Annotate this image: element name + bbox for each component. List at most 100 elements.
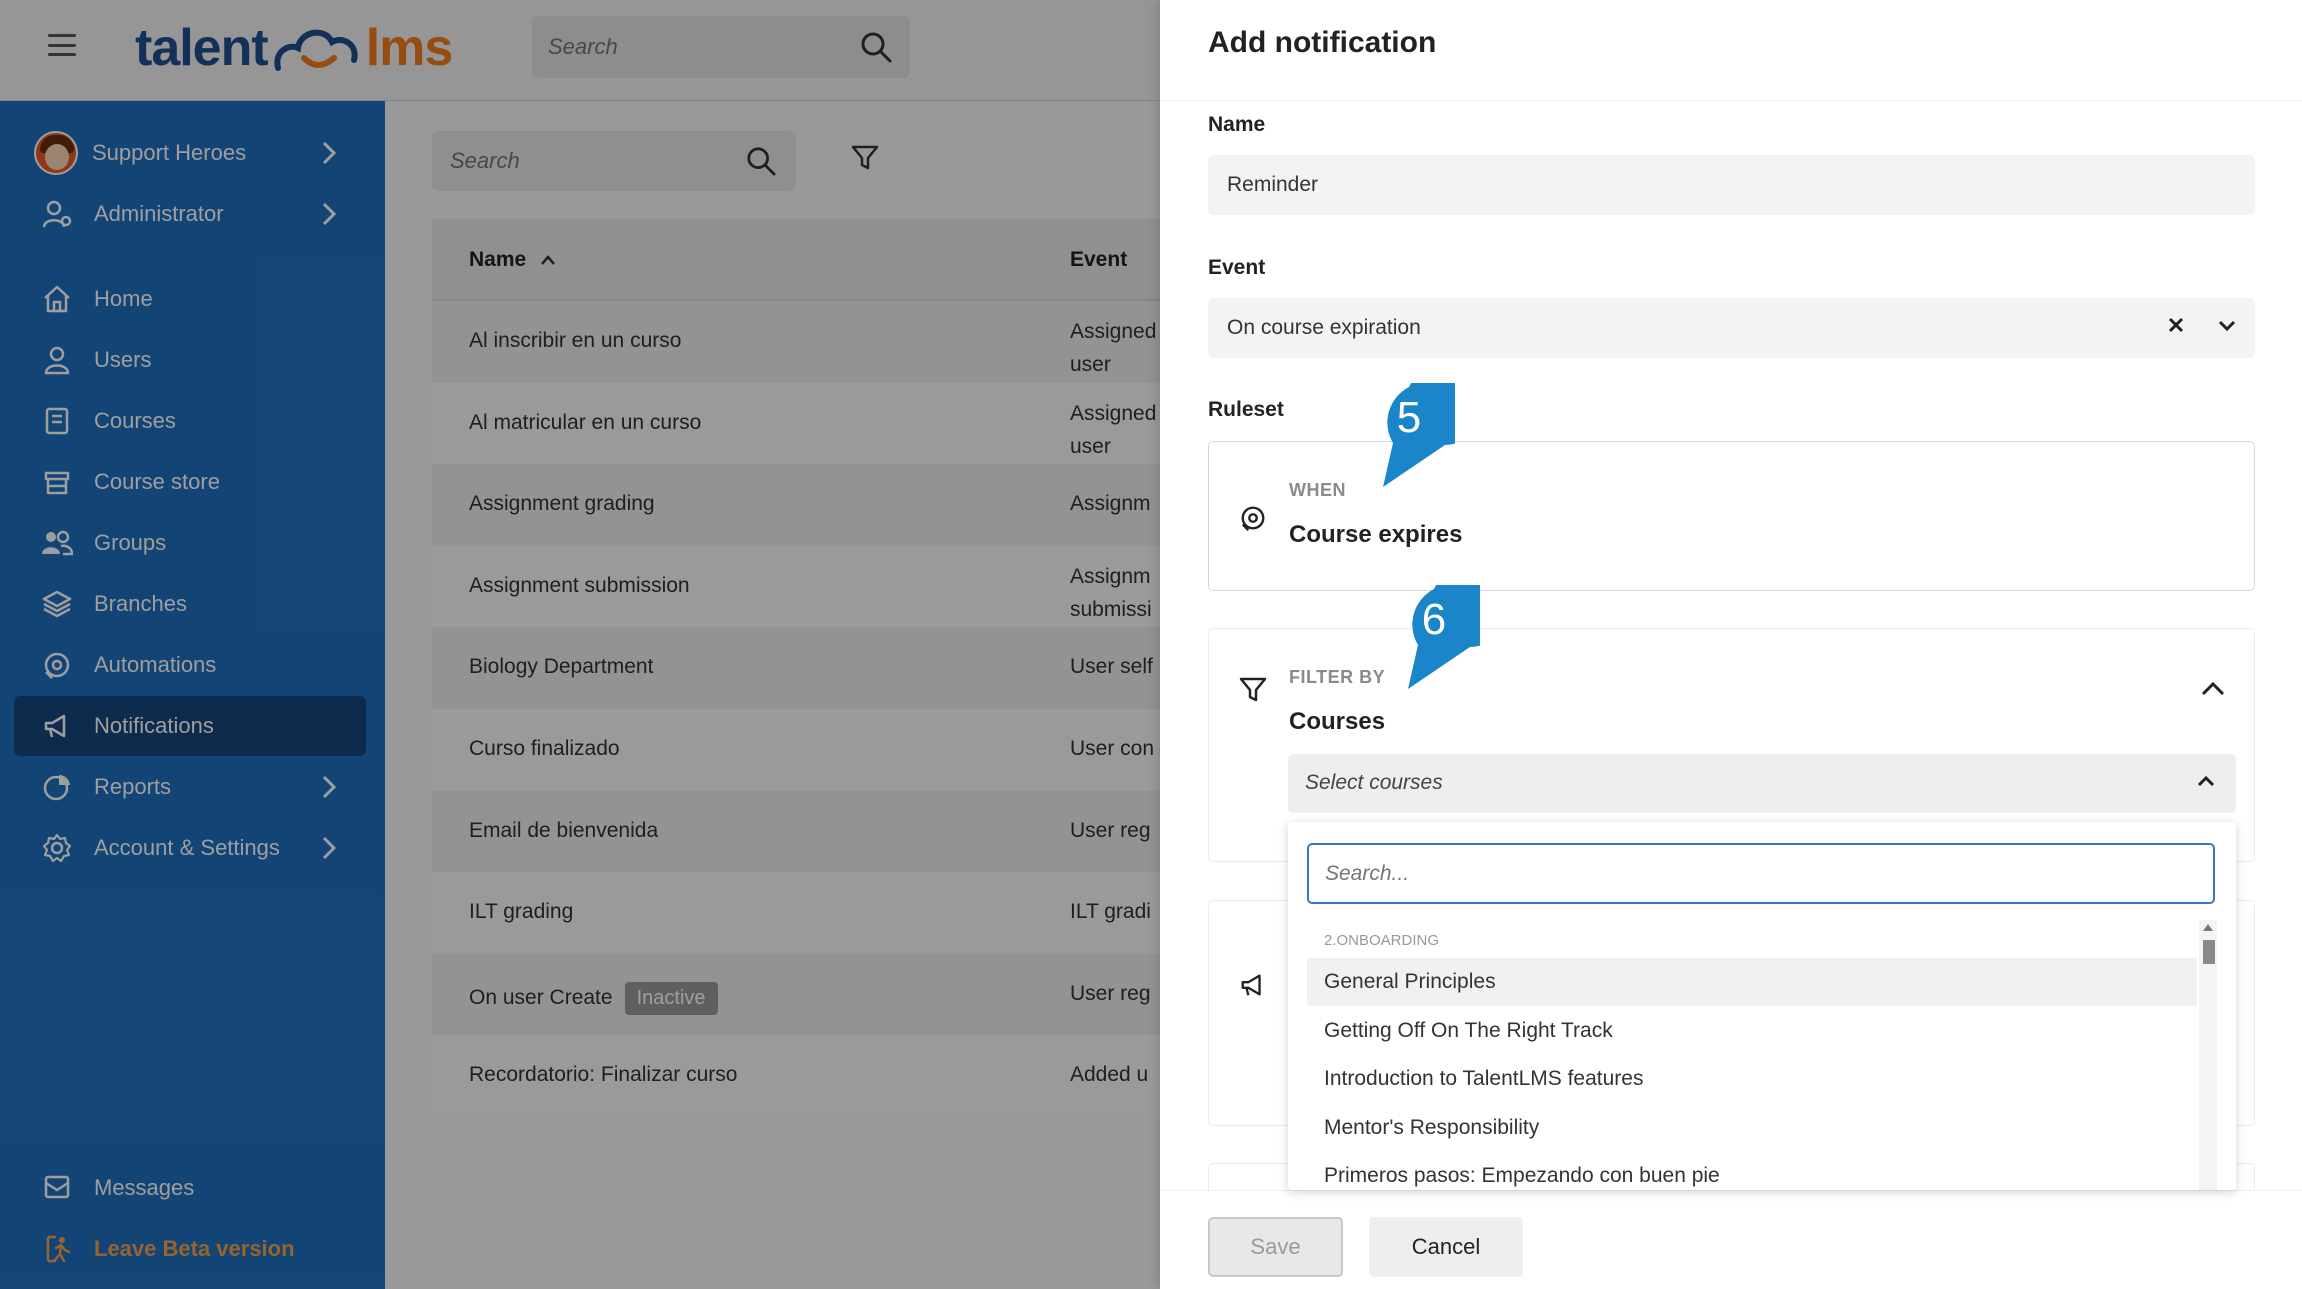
global-search-input[interactable] xyxy=(548,16,848,78)
cancel-button[interactable]: Cancel xyxy=(1369,1217,1523,1277)
cloud-logo-icon xyxy=(274,29,358,71)
dropdown-option[interactable]: Mentor's Responsibility xyxy=(1307,1104,2197,1152)
column-event-header[interactable]: Event xyxy=(1070,248,1127,272)
notification-name-cell: Al inscribir en un curso xyxy=(469,329,681,353)
event-label: Event xyxy=(1208,256,1266,279)
notification-name: Assignment submission xyxy=(469,573,690,597)
notification-name: Biology Department xyxy=(469,655,654,679)
sidebar-item-automations[interactable]: Automations xyxy=(14,635,366,695)
list-search-input[interactable] xyxy=(450,131,730,191)
table-row[interactable]: On user Create Inactive User reg xyxy=(432,953,1160,1036)
message-icon xyxy=(40,1171,74,1205)
option-label: Introduction to TalentLMS features xyxy=(1324,1067,1644,1090)
sidebar-item-label: Account & Settings xyxy=(94,835,280,860)
gear-icon xyxy=(40,831,74,865)
list-search[interactable] xyxy=(432,131,796,191)
sidebar-item-account-settings[interactable]: Account & Settings xyxy=(14,818,366,878)
table-row[interactable]: Biology Department User self xyxy=(432,627,1160,709)
notification-name-cell: Assignment submission xyxy=(469,574,690,598)
sidebar-item-label: Messages xyxy=(94,1175,195,1200)
status-badge: Inactive xyxy=(624,981,718,1015)
search-icon[interactable] xyxy=(860,31,892,63)
sidebar-item-groups[interactable]: Groups xyxy=(14,513,366,573)
dropdown-search-input[interactable] xyxy=(1307,843,2215,904)
table-row[interactable]: ILT grading ILT gradi xyxy=(432,872,1160,954)
chevron-right-icon xyxy=(322,836,336,860)
table-row[interactable]: Email de bienvenida User reg xyxy=(432,790,1160,873)
table-row[interactable]: Recordatorio: Finalizar curso Added u xyxy=(432,1035,1160,1117)
global-search[interactable] xyxy=(532,16,910,78)
dropdown-option[interactable]: Primeros pasos: Empezando con buen pie xyxy=(1307,1152,2197,1190)
ruleset-label: Ruleset xyxy=(1208,398,1284,421)
sidebar-item-reports[interactable]: Reports xyxy=(14,757,366,817)
table-row[interactable]: Curso finalizado User con xyxy=(432,708,1160,791)
notification-name: Curso finalizado xyxy=(469,736,620,760)
callout-badge-5: 5 xyxy=(1365,383,1455,487)
dropdown-option[interactable]: Getting Off On The Right Track xyxy=(1307,1007,2197,1055)
notification-name-cell: Email de bienvenida xyxy=(469,819,658,843)
hamburger-menu-icon[interactable] xyxy=(48,34,76,56)
select-courses-field[interactable]: Select courses xyxy=(1288,754,2236,813)
search-icon[interactable] xyxy=(746,146,776,176)
sidebar-branch-switcher[interactable]: Support Heroes xyxy=(14,123,366,183)
callout-badge-6: 6 xyxy=(1390,585,1480,689)
sidebar-item-branches[interactable]: Branches xyxy=(14,574,366,634)
notifications-table: Name Event Al inscribir en un curso Assig… xyxy=(432,219,1160,1117)
event-select[interactable]: On course expiration xyxy=(1208,298,2255,358)
collapse-chevron-up-icon[interactable] xyxy=(2200,681,2226,697)
event-select-value: On course expiration xyxy=(1227,316,1421,339)
notification-name: Al matricular en un curso xyxy=(469,410,702,434)
table-row[interactable]: Assignment grading Assignm xyxy=(432,464,1160,546)
chevron-right-icon xyxy=(322,141,336,165)
name-label: Name xyxy=(1208,113,1266,136)
notification-name: Recordatorio: Finalizar curso xyxy=(469,1063,738,1087)
sidebar-item-label: Courses xyxy=(94,408,176,433)
chevron-down-icon[interactable] xyxy=(2217,319,2237,333)
drawer-title: Add notification xyxy=(1208,26,1437,59)
leave-beta-button[interactable]: Leave Beta version xyxy=(14,1219,366,1279)
dropdown-scrollbar[interactable] xyxy=(2199,920,2217,1190)
notification-name: Assignment grading xyxy=(469,492,655,516)
table-row[interactable]: Al inscribir en un curso Assigned user xyxy=(432,301,1160,383)
avatar xyxy=(34,131,78,175)
save-button[interactable]: Save xyxy=(1208,1217,1343,1277)
sidebar-item-users[interactable]: Users xyxy=(14,330,366,390)
branch-name: Support Heroes xyxy=(92,140,247,165)
column-name-header[interactable]: Name xyxy=(469,248,556,272)
filter-icon[interactable] xyxy=(851,145,879,171)
sidebar-item-course-store[interactable]: Course store xyxy=(14,452,366,512)
megaphone-icon xyxy=(1241,974,1261,996)
table-header: Name Event xyxy=(432,219,1160,301)
notification-event-cell: User self xyxy=(1070,655,1153,679)
option-label: Primeros pasos: Empezando con buen pie xyxy=(1324,1164,1720,1187)
scrollbar-thumb[interactable] xyxy=(2203,940,2215,964)
option-label: Getting Off On The Right Track xyxy=(1324,1019,1613,1042)
name-field[interactable]: Reminder xyxy=(1208,155,2255,215)
notification-event-cell: Assignm xyxy=(1070,492,1151,516)
sidebar-item-courses[interactable]: Courses xyxy=(14,391,366,451)
notification-name-cell: Biology Department xyxy=(469,655,653,679)
talentlms-logo[interactable]: talent lms xyxy=(135,18,454,78)
filter-by-label: FILTER BY xyxy=(1289,667,1386,687)
chevron-up-icon[interactable] xyxy=(2196,774,2216,788)
chevron-right-icon xyxy=(322,202,336,226)
callout-number: 5 xyxy=(1396,393,1422,442)
logo-text-lms: lms xyxy=(365,19,454,77)
sidebar-item-messages[interactable]: Messages xyxy=(14,1158,366,1218)
sidebar-item-label: Groups xyxy=(94,530,167,555)
table-row[interactable]: Al matricular en un curso Assigned user xyxy=(432,382,1160,465)
layers-icon xyxy=(40,587,74,621)
dropdown-option[interactable]: Introduction to TalentLMS features xyxy=(1307,1055,2197,1103)
dropdown-option[interactable]: General Principles xyxy=(1307,958,2197,1006)
sidebar-item-notifications[interactable]: Notifications xyxy=(14,696,366,756)
table-row[interactable]: Assignment submission Assignm submissi xyxy=(432,545,1160,628)
notification-name: ILT grading xyxy=(469,900,574,924)
clear-icon[interactable] xyxy=(2167,316,2185,334)
sidebar-role-switcher[interactable]: Administrator xyxy=(14,184,366,244)
notification-name-cell: Curso finalizado xyxy=(469,737,620,761)
pie-chart-icon xyxy=(40,770,74,804)
sidebar-item-label: Course store xyxy=(94,469,220,494)
scroll-up-arrow-icon[interactable] xyxy=(2203,924,2213,931)
sidebar-item-home[interactable]: Home xyxy=(14,269,366,329)
name-field-value: Reminder xyxy=(1227,173,1319,196)
